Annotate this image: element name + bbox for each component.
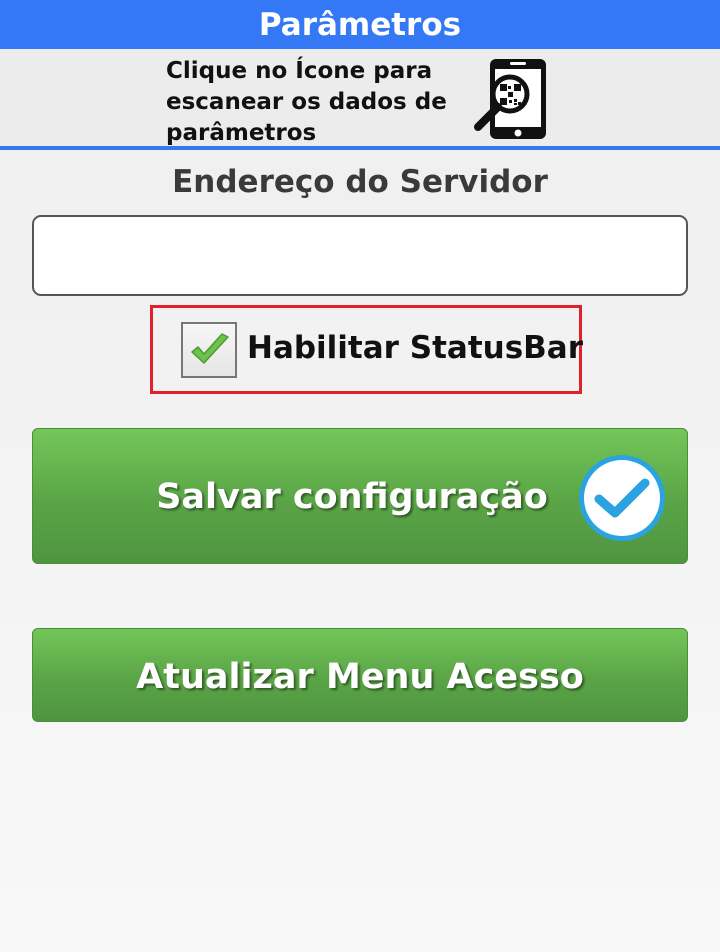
- scan-section: Clique no Ícone para escanear os dados d…: [0, 49, 720, 150]
- server-address-label: Endereço do Servidor: [172, 164, 548, 200]
- checkmark-icon: [191, 333, 229, 364]
- scan-instruction: Clique no Ícone para escanear os dados d…: [166, 56, 466, 149]
- statusbar-checkbox[interactable]: [181, 322, 237, 378]
- qr-scan-phone-icon[interactable]: [468, 57, 550, 141]
- scan-instruction-line: Clique no Ícone para: [166, 58, 433, 84]
- page-title: Parâmetros: [258, 6, 462, 43]
- statusbar-option[interactable]: Habilitar StatusBar: [150, 305, 583, 394]
- update-menu-label: Atualizar Menu Acesso: [136, 657, 584, 697]
- save-config-button[interactable]: Salvar configuração: [32, 428, 688, 564]
- update-menu-button[interactable]: Atualizar Menu Acesso: [32, 628, 688, 722]
- server-address-input[interactable]: [32, 215, 688, 296]
- statusbar-label: Habilitar StatusBar: [247, 330, 583, 366]
- scan-instruction-line: escanear os dados de: [166, 89, 447, 115]
- check-circle-icon: [579, 455, 665, 541]
- scan-instruction-line: parâmetros: [166, 120, 317, 146]
- title-bar: Parâmetros: [0, 0, 720, 49]
